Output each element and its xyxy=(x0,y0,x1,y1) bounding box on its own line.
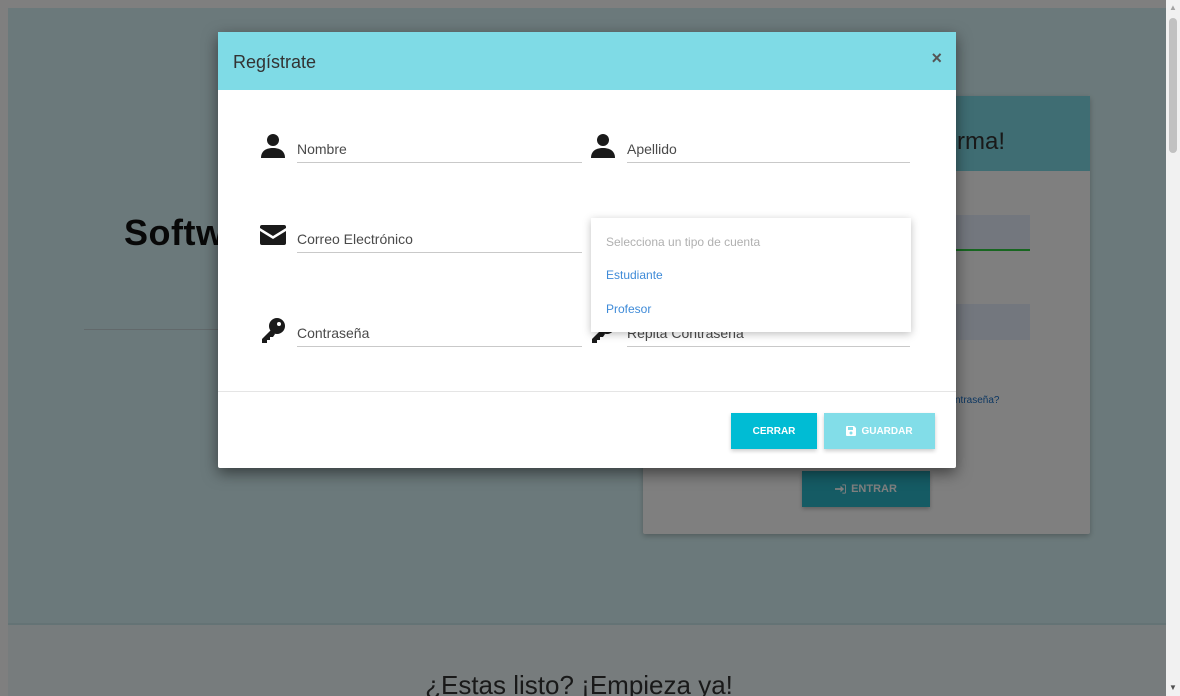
apellido-placeholder: Apellido xyxy=(627,141,677,157)
correo-placeholder: Correo Electrónico xyxy=(297,231,413,247)
guardar-button[interactable]: GUARDAR xyxy=(824,413,935,449)
correo-field[interactable]: Correo Electrónico xyxy=(260,219,582,253)
nombre-field[interactable]: Nombre xyxy=(260,130,582,163)
guardar-button-label: GUARDAR xyxy=(861,425,913,437)
account-type-option-estudiante[interactable]: Estudiante xyxy=(606,268,663,282)
modal-title: Regístrate xyxy=(233,52,317,72)
account-type-option-profesor[interactable]: Profesor xyxy=(606,302,651,316)
contrasena-field[interactable]: Contraseña xyxy=(260,312,582,347)
save-icon xyxy=(846,426,857,436)
page-scrollbar[interactable]: ▲ ▼ xyxy=(1166,0,1180,696)
scrollbar-thumb[interactable] xyxy=(1169,18,1177,153)
account-type-placeholder: Selecciona un tipo de cuenta xyxy=(606,235,761,249)
scroll-up-arrow-icon[interactable]: ▲ xyxy=(1166,0,1180,16)
user-icon xyxy=(261,134,285,158)
cerrar-button-label: CERRAR xyxy=(752,425,796,437)
envelope-icon xyxy=(260,225,286,245)
register-modal: Regístrate × Nombre Apellido Correo Elec… xyxy=(218,32,956,468)
modal-footer-divider xyxy=(218,391,956,392)
contrasena-placeholder: Contraseña xyxy=(297,325,370,341)
apellido-field[interactable]: Apellido xyxy=(590,130,910,163)
scroll-down-arrow-icon[interactable]: ▼ xyxy=(1166,680,1180,696)
account-type-dropdown[interactable]: Selecciona un tipo de cuenta Estudiante … xyxy=(591,218,911,332)
nombre-placeholder: Nombre xyxy=(297,141,347,157)
key-icon xyxy=(262,318,285,343)
close-icon[interactable]: × xyxy=(931,48,942,69)
cerrar-button[interactable]: CERRAR xyxy=(731,413,817,449)
modal-header: Regístrate × xyxy=(218,32,956,90)
user-icon xyxy=(591,134,615,158)
